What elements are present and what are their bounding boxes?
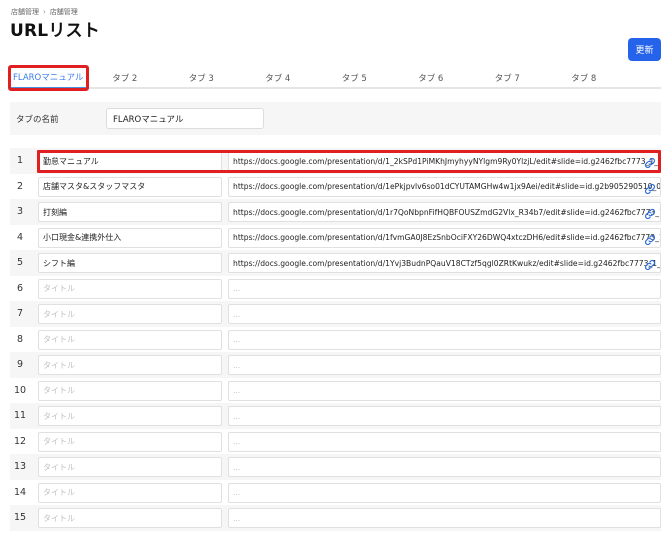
breadcrumb-separator-icon: › (43, 8, 46, 16)
url-input[interactable]: ... (228, 355, 661, 375)
url-input[interactable]: https://docs.google.com/presentation/d/1… (228, 202, 661, 222)
url-input[interactable]: https://docs.google.com/presentation/d/1… (228, 176, 661, 197)
url-text: ... (233, 437, 241, 446)
row-number: 13 (13, 461, 27, 473)
title-input[interactable]: 打刻編 (38, 202, 222, 222)
title-input[interactable]: タイトル (38, 355, 222, 375)
tab-3[interactable]: タブ 3 (163, 67, 240, 89)
url-text: https://docs.google.com/presentation/d/1… (233, 258, 661, 268)
url-text: https://docs.google.com/presentation/d/1… (233, 233, 661, 242)
row-number: 1 (16, 155, 24, 167)
url-text: ... (233, 488, 241, 497)
title-input[interactable]: タイトル (38, 304, 222, 324)
url-text: ... (233, 462, 241, 472)
title-input[interactable]: 店舗マスタ&スタッフマスタ (38, 176, 222, 197)
tab-1[interactable]: FLAROマニュアル (8, 65, 89, 91)
url-text: https://docs.google.com/presentation/d/1… (233, 207, 661, 217)
title-input[interactable]: 小口現金&連携外仕入 (38, 227, 222, 248)
url-input[interactable]: ... (228, 457, 661, 477)
row-number: 9 (16, 359, 24, 371)
row-number: 8 (16, 333, 24, 345)
table-row: 10 タイトル... (10, 377, 661, 403)
url-text: ... (233, 309, 241, 319)
row-number: 12 (13, 435, 27, 447)
title-input[interactable]: タイトル (38, 482, 222, 503)
row-number: 5 (16, 257, 24, 269)
row-number: 15 (13, 512, 27, 524)
title-input[interactable]: タイトル (38, 406, 222, 426)
table-row: 13 タイトル... (10, 454, 661, 480)
url-text: ... (233, 411, 241, 421)
row-number: 11 (13, 410, 27, 422)
title-input[interactable]: タイトル (38, 431, 222, 452)
tab-8[interactable]: タブ 8 (546, 67, 623, 89)
table-row: 6 タイトル... (10, 275, 661, 301)
table-row: 11 タイトル... (10, 403, 661, 429)
tab-name-label: タブの名前 (16, 115, 59, 125)
tab-5[interactable]: タブ 5 (316, 67, 393, 89)
link-icon[interactable] (644, 157, 656, 169)
url-text: ... (233, 360, 241, 370)
url-input[interactable]: ... (228, 304, 661, 324)
tab-7[interactable]: タブ 7 (469, 67, 546, 89)
link-icon[interactable] (644, 183, 656, 195)
row-number: 10 (13, 384, 27, 396)
tab-name-input[interactable]: FLAROマニュアル (106, 108, 264, 129)
url-input[interactable]: ... (228, 431, 661, 452)
table-row: 4 小口現金&連携外仕入 https://docs.google.com/prese… (10, 224, 661, 250)
table-row: 9 タイトル... (10, 352, 661, 378)
link-icon[interactable] (644, 208, 656, 220)
title-input[interactable]: タイトル (38, 508, 222, 528)
page-title: URLリスト (10, 21, 100, 41)
row-number: 3 (16, 206, 24, 218)
tab-4[interactable]: タブ 4 (240, 67, 317, 89)
title-input[interactable]: 勤怠マニュアル (38, 151, 222, 171)
url-input[interactable]: https://docs.google.com/presentation/d/1… (228, 227, 661, 248)
table-row: 7 タイトル... (10, 301, 661, 327)
url-text: ... (233, 386, 241, 395)
table-row: 2 店舗マスタ&スタッフマスタ https://docs.google.com/pr… (10, 173, 661, 199)
tab-6[interactable]: タブ 6 (393, 67, 470, 89)
row-number: 2 (16, 180, 24, 192)
tab-name-panel: タブの名前 FLAROマニュアル (10, 102, 661, 135)
table-row: 15 タイトル... (10, 505, 661, 531)
table-row: 8 タイトル... (10, 326, 661, 352)
update-button[interactable]: 更新 (628, 38, 661, 61)
url-text: https://docs.google.com/presentation/d/1… (233, 182, 661, 191)
title-input[interactable]: タイトル (38, 457, 222, 477)
url-input[interactable]: ... (228, 508, 661, 528)
table-row: 14 タイトル... (10, 479, 661, 505)
url-input[interactable]: https://docs.google.com/presentation/d/1… (228, 253, 661, 273)
tab-2[interactable]: タブ 2 (87, 67, 164, 89)
url-input[interactable]: ... (228, 329, 661, 350)
url-input[interactable]: ... (228, 406, 661, 426)
row-number: 4 (16, 231, 24, 243)
url-input[interactable]: ... (228, 380, 661, 401)
breadcrumb-item: 店舗管理 (49, 8, 78, 16)
breadcrumb-item[interactable]: 店舗管理 (11, 8, 39, 16)
url-text: https://docs.google.com/presentation/d/1… (233, 156, 661, 166)
row-number: 7 (16, 308, 24, 320)
table-row: 5 シフト編 https://docs.google.com/presentatio… (10, 250, 661, 276)
table-row: 12 タイトル... (10, 428, 661, 454)
url-list: 1 勤怠マニュアル https://docs.google.com/presenta… (10, 148, 661, 531)
url-text: ... (233, 335, 241, 344)
table-row: 1 勤怠マニュアル https://docs.google.com/presenta… (10, 148, 661, 174)
link-icon[interactable] (644, 259, 656, 271)
table-row: 3 打刻編 https://docs.google.com/presentation… (10, 199, 661, 225)
link-icon[interactable] (644, 234, 656, 246)
title-input[interactable]: シフト編 (38, 253, 222, 273)
url-input[interactable]: ... (228, 278, 661, 299)
tab-bar: FLAROマニュアル タブ 2 タブ 3 タブ 4 タブ 5 タブ 6 タブ 7… (8, 65, 661, 91)
url-input[interactable]: ... (228, 482, 661, 503)
url-input[interactable]: https://docs.google.com/presentation/d/1… (228, 151, 661, 171)
url-text: ... (233, 284, 241, 293)
row-number: 6 (16, 282, 24, 294)
title-input[interactable]: タイトル (38, 380, 222, 401)
row-number: 14 (13, 486, 27, 498)
title-input[interactable]: タイトル (38, 329, 222, 350)
title-input[interactable]: タイトル (38, 278, 222, 299)
url-text: ... (233, 513, 241, 523)
